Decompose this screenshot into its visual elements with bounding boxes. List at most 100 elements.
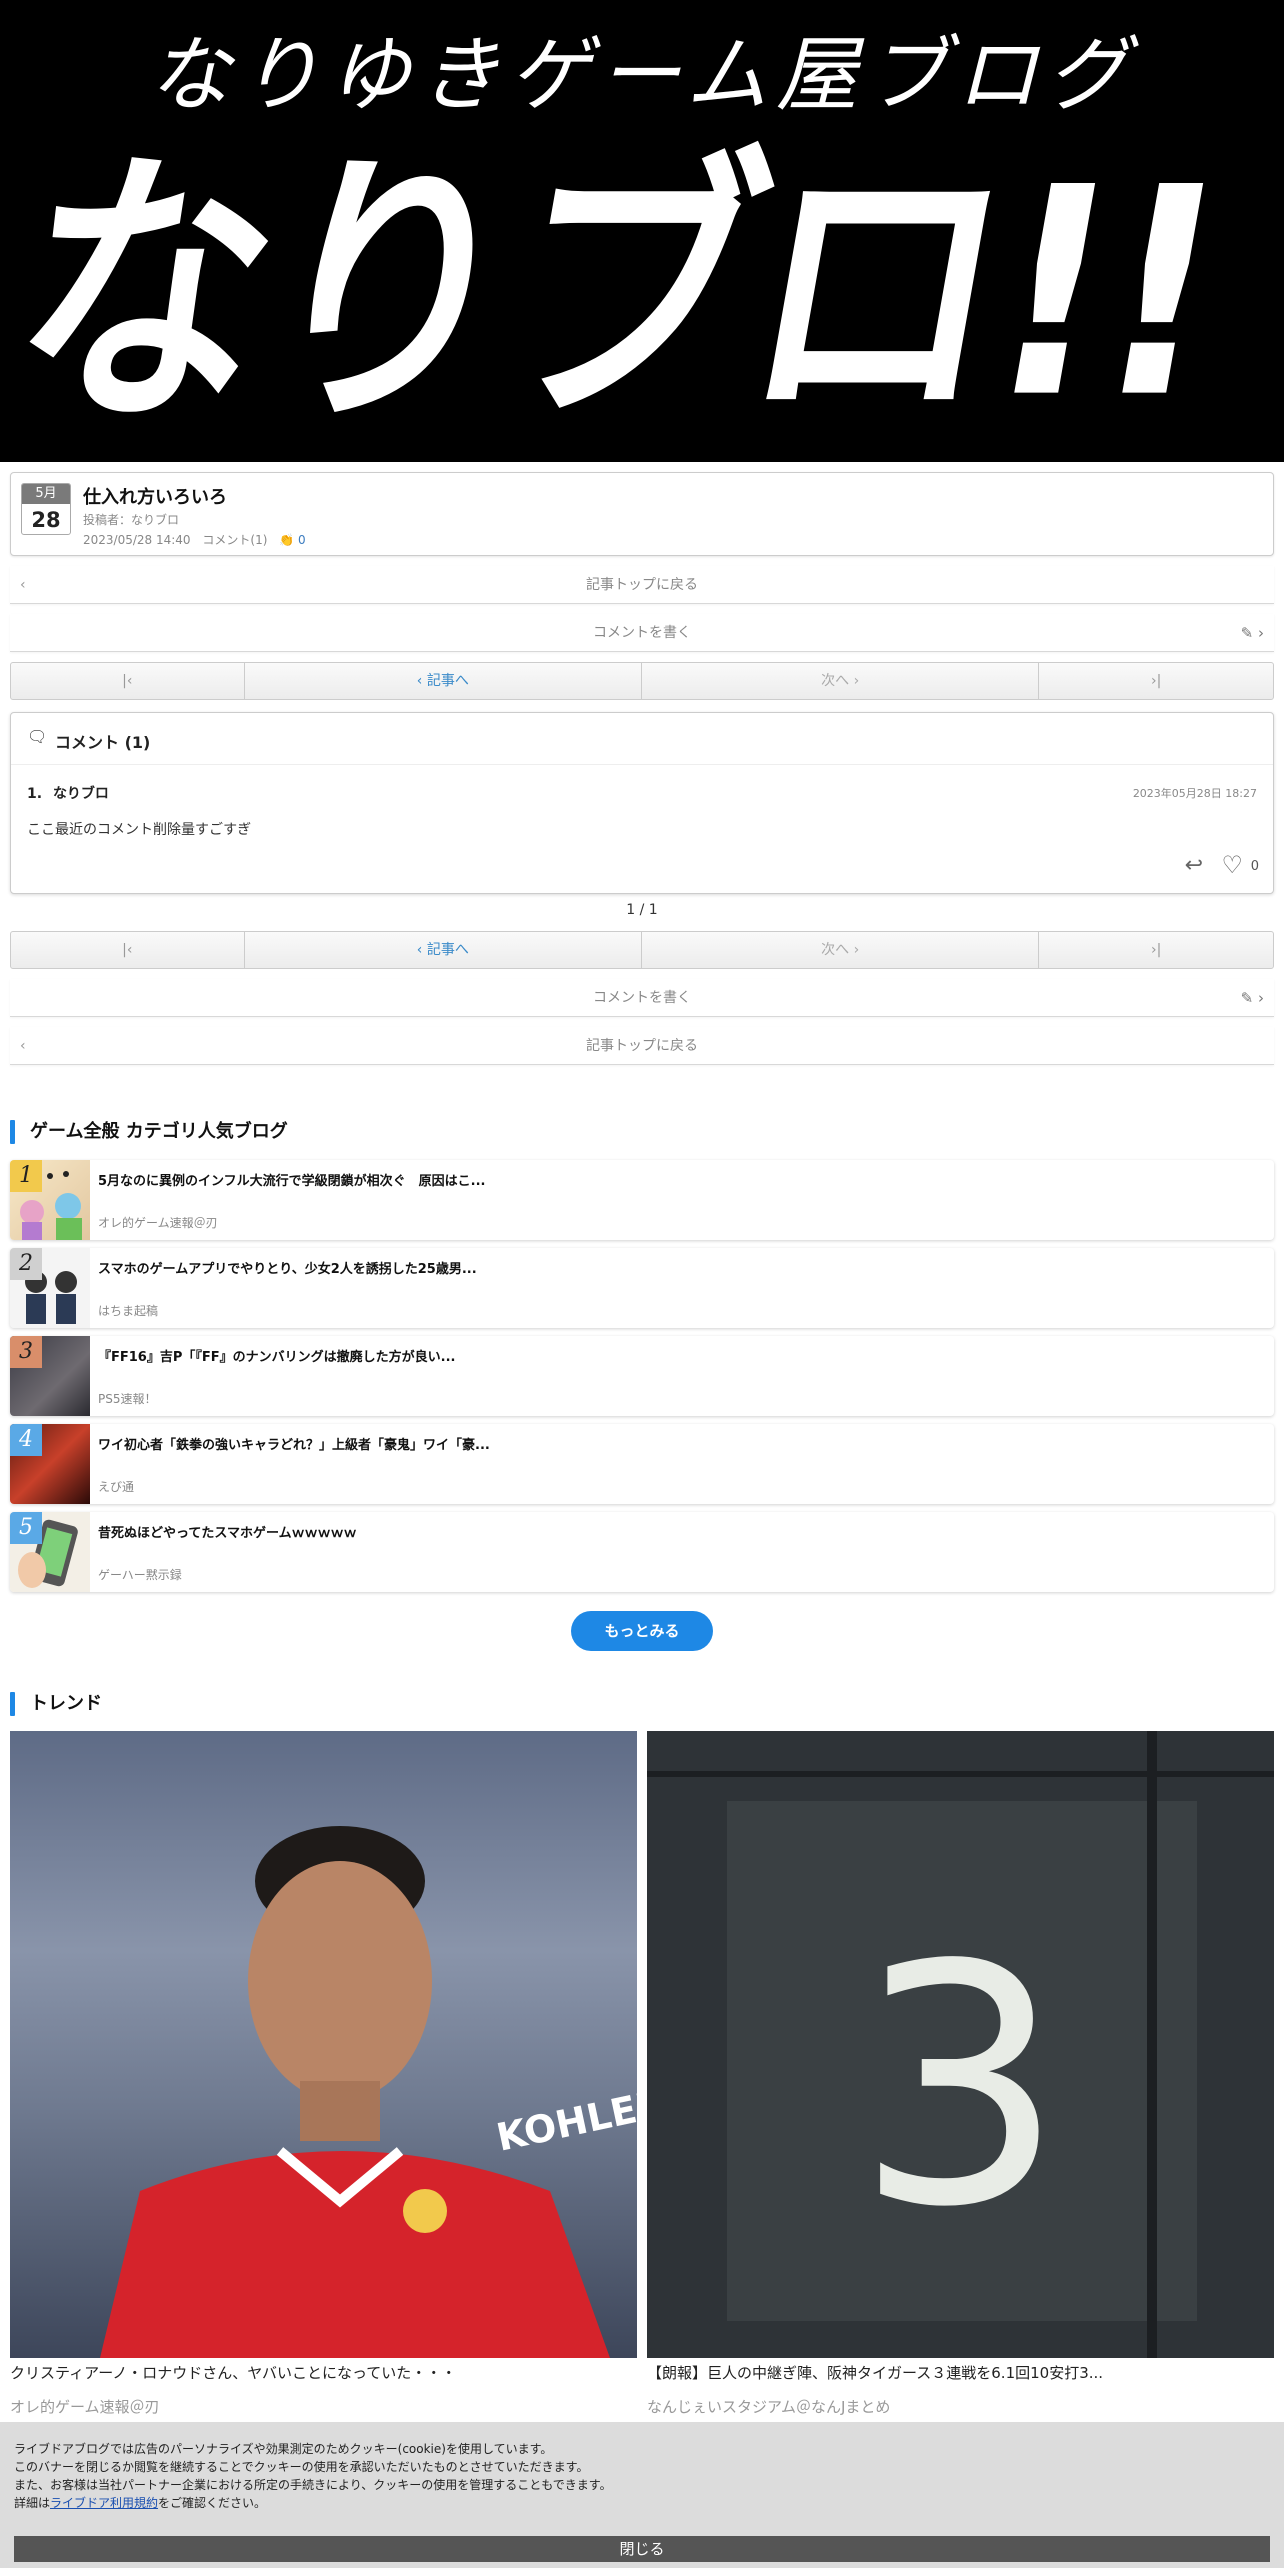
ranking-item[interactable]: 3 『FF16』吉P「『FF』のナンバリングは撤廃した方が良い... PS5速報… bbox=[10, 1336, 1274, 1416]
rank-badge: 3 bbox=[10, 1336, 42, 1368]
chevron-left-icon: ‹ bbox=[416, 942, 427, 958]
comment-author-name: なりブロ bbox=[52, 786, 109, 802]
trend-source: オレ的ゲーム速報＠刃 bbox=[10, 2398, 160, 2416]
comment-section-header: 🗨 コメント (1) bbox=[11, 713, 1273, 765]
first-page-button[interactable]: |‹ bbox=[11, 932, 245, 968]
next-label: 次へ bbox=[821, 673, 850, 689]
ranking-item[interactable]: 4 ワイ初心者「鉄拳の強いキャラどれ？」上級者「豪鬼」ワイ「豪... えび通 bbox=[10, 1424, 1274, 1504]
pencil-icon: ✎ › bbox=[1240, 989, 1264, 1007]
ranking-item-source: オレ的ゲーム速報＠刃 bbox=[98, 1216, 218, 1230]
ranking-item-title: スマホのゲームアプリでやりとり、少女2人を誘拐した25歳男... bbox=[98, 1262, 477, 1277]
back-to-top-link[interactable]: ‹ 記事トップに戻る bbox=[10, 1027, 1274, 1065]
cookie-close-button[interactable]: 閉じる bbox=[14, 2536, 1270, 2562]
rank-badge: 5 bbox=[10, 1512, 42, 1544]
ranking-item[interactable]: 2 スマホのゲームアプリでやりとり、少女2人を誘拐した25歳男... はちま起稿 bbox=[10, 1248, 1274, 1328]
prev-article-button[interactable]: ‹ 記事へ bbox=[245, 932, 642, 968]
back-to-top-link[interactable]: ‹ 記事トップに戻る bbox=[10, 566, 1274, 604]
scoreboard-digit: 3 bbox=[855, 1895, 1065, 2279]
back-to-top-label: 記事トップに戻る bbox=[586, 577, 698, 593]
comment-body: ここ最近のコメント削除量すごすぎ bbox=[27, 822, 252, 838]
rank-badge: 4 bbox=[10, 1424, 42, 1456]
date-day: 28 bbox=[31, 508, 61, 532]
comment-author: 1. なりブロ bbox=[27, 783, 109, 803]
comment-section: 🗨 コメント (1) 1. なりブロ 2023年05月28日 18:27 ここ最… bbox=[10, 712, 1274, 894]
ranking-item-source: ゲーハー黙示録 bbox=[98, 1568, 182, 1582]
trend-caption[interactable]: 【朗報】巨人の中継ぎ陣、阪神タイガース３連戦を6.1回10安打3... bbox=[647, 2362, 1274, 2383]
show-more-button[interactable]: もっとみる bbox=[571, 1611, 713, 1651]
article-pager-bottom: |‹ ‹ 記事へ 次へ › ›| bbox=[10, 931, 1274, 969]
article-title[interactable]: 仕入れ方いろいろ bbox=[83, 483, 227, 509]
date-badge: 5月 28 bbox=[21, 483, 71, 535]
ranking-item[interactable]: 5 昔死ぬほどやってたスマホゲームｗｗｗｗｗ ゲーハー黙示録 bbox=[10, 1512, 1274, 1592]
prev-label: 記事へ bbox=[426, 942, 469, 958]
ranking-thumbnail: 5 bbox=[10, 1512, 90, 1592]
next-article-button[interactable]: 次へ › bbox=[642, 932, 1040, 968]
comment-count-link[interactable]: コメント(1) bbox=[202, 533, 267, 547]
last-page-button[interactable]: ›| bbox=[1039, 932, 1273, 968]
ranking-thumbnail: 2 bbox=[10, 1248, 90, 1328]
cookie-consent-banner: ライブドアブログでは広告のパーソナライズや効果測定のためクッキー(cookie)… bbox=[0, 2422, 1284, 2568]
chevron-right-icon: › bbox=[849, 673, 860, 689]
blog-header-banner[interactable]: なりゆきゲーム屋ブログ なりブロ!! bbox=[0, 0, 1284, 462]
chevron-right-icon: › bbox=[849, 942, 860, 958]
ranking-item-title: 5月なのに異例のインフル大流行で学級閉鎖が相次ぐ 原因はこ... bbox=[98, 1174, 486, 1189]
clap-icon: 👏 bbox=[279, 533, 295, 547]
trend-image[interactable]: 3 bbox=[647, 1731, 1274, 2358]
ranking-item-source: はちま起稿 bbox=[98, 1304, 159, 1318]
prev-article-button[interactable]: ‹ 記事へ bbox=[245, 663, 642, 699]
cookie-text-2: このバナーを閉じるか閲覧を継続することでクッキーの使用を承認いただいたものとさせ… bbox=[14, 2460, 589, 2474]
footballer-photo: KOHLER bbox=[100, 1826, 637, 2358]
heart-icon[interactable]: ♡ bbox=[1221, 851, 1243, 879]
comment-section-title: コメント (1) bbox=[55, 733, 151, 752]
ranking-item-title: 昔死ぬほどやってたスマホゲームｗｗｗｗｗ bbox=[98, 1526, 357, 1541]
pencil-icon: ✎ › bbox=[1240, 624, 1264, 642]
ranking-item-title: 『FF16』吉P「『FF』のナンバリングは撤廃した方が良い... bbox=[98, 1350, 456, 1365]
terms-link[interactable]: ライブドア利用規約 bbox=[50, 2496, 158, 2510]
comment-number: 1. bbox=[27, 786, 43, 802]
trend-section-title: トレンド bbox=[10, 1692, 102, 1716]
ranking-thumbnail: 3 bbox=[10, 1336, 90, 1416]
chevron-left-icon: ‹ bbox=[20, 1038, 26, 1054]
write-comment-label: コメントを書く bbox=[593, 625, 691, 641]
clap-count[interactable]: 0 bbox=[298, 533, 306, 547]
next-article-button[interactable]: 次へ › bbox=[642, 663, 1040, 699]
ranking-item[interactable]: 1 5月なのに異例のインフル大流行で学級閉鎖が相次ぐ 原因はこ... オレ的ゲー… bbox=[10, 1160, 1274, 1240]
write-comment-link[interactable]: コメントを書く ✎ › bbox=[10, 979, 1274, 1017]
cookie-text-4: 詳細はライブドア利用規約をご確認ください。 bbox=[14, 2494, 266, 2511]
chevron-left-icon: ‹ bbox=[416, 673, 427, 689]
chevron-left-icon: ‹ bbox=[20, 577, 26, 593]
ranking-thumbnail: 4 bbox=[10, 1424, 90, 1504]
write-comment-link[interactable]: コメントを書く ✎ › bbox=[10, 614, 1274, 652]
last-page-button[interactable]: ›| bbox=[1039, 663, 1273, 699]
page: なりゆきゲーム屋ブログ なりブロ!! 5月 28 仕入れ方いろいろ 投稿者：なり… bbox=[0, 0, 1284, 2568]
next-label: 次へ bbox=[821, 942, 850, 958]
ranking-item-source: えび通 bbox=[98, 1480, 135, 1494]
ranking-item-title: ワイ初心者「鉄拳の強いキャラどれ？」上級者「豪鬼」ワイ「豪... bbox=[98, 1438, 490, 1453]
scoreboard-photo: 3 bbox=[647, 1731, 1274, 2358]
ranking-section-title: ゲーム全般 カテゴリ人気ブログ bbox=[10, 1120, 288, 1144]
comment-page-indicator: 1 / 1 bbox=[626, 902, 658, 918]
cookie-text-1: ライブドアブログでは広告のパーソナライズや効果測定のためクッキー(cookie)… bbox=[14, 2442, 553, 2456]
rank-badge: 1 bbox=[10, 1160, 42, 1192]
article-header: 5月 28 仕入れ方いろいろ 投稿者：なりブロ 2023/05/28 14:40… bbox=[10, 472, 1274, 556]
trend-caption[interactable]: クリスティアーノ・ロナウドさん、ヤバいことになっていた・・・ bbox=[10, 2362, 637, 2383]
blog-logo: なりブロ!! bbox=[0, 125, 1243, 461]
prev-label: 記事へ bbox=[426, 673, 469, 689]
ranking-thumbnail: 1 bbox=[10, 1160, 90, 1240]
first-page-button[interactable]: |‹ bbox=[11, 663, 245, 699]
cookie-text-3: また、お客様は当社パートナー企業における所定の手続きにより、クッキーの使用を管理… bbox=[14, 2478, 612, 2492]
date-month: 5月 bbox=[22, 484, 70, 504]
speech-bubble-icon: 🗨 bbox=[27, 727, 48, 746]
comment-date: 2023年05月28日 18:27 bbox=[1132, 787, 1257, 800]
cookie-text-4-suffix: をご確認ください。 bbox=[158, 2496, 267, 2510]
cookie-text-4-prefix: 詳細は bbox=[14, 2496, 51, 2510]
blog-subtitle: なりゆきゲーム屋ブログ bbox=[148, 28, 1136, 123]
shirt-sponsor-text: KOHLER bbox=[493, 2081, 637, 2160]
trend-source: なんじぇいスタジアム＠なんJまとめ bbox=[647, 2398, 891, 2416]
rank-badge: 2 bbox=[10, 1248, 42, 1280]
article-meta: 2023/05/28 14:40 コメント(1) 👏 0 bbox=[83, 531, 306, 548]
trend-image[interactable]: KOHLER bbox=[10, 1731, 637, 2358]
comment-like-count: 0 bbox=[1250, 859, 1259, 874]
article-datetime: 2023/05/28 14:40 bbox=[83, 533, 191, 547]
reply-icon[interactable]: ↩ bbox=[1185, 853, 1203, 878]
